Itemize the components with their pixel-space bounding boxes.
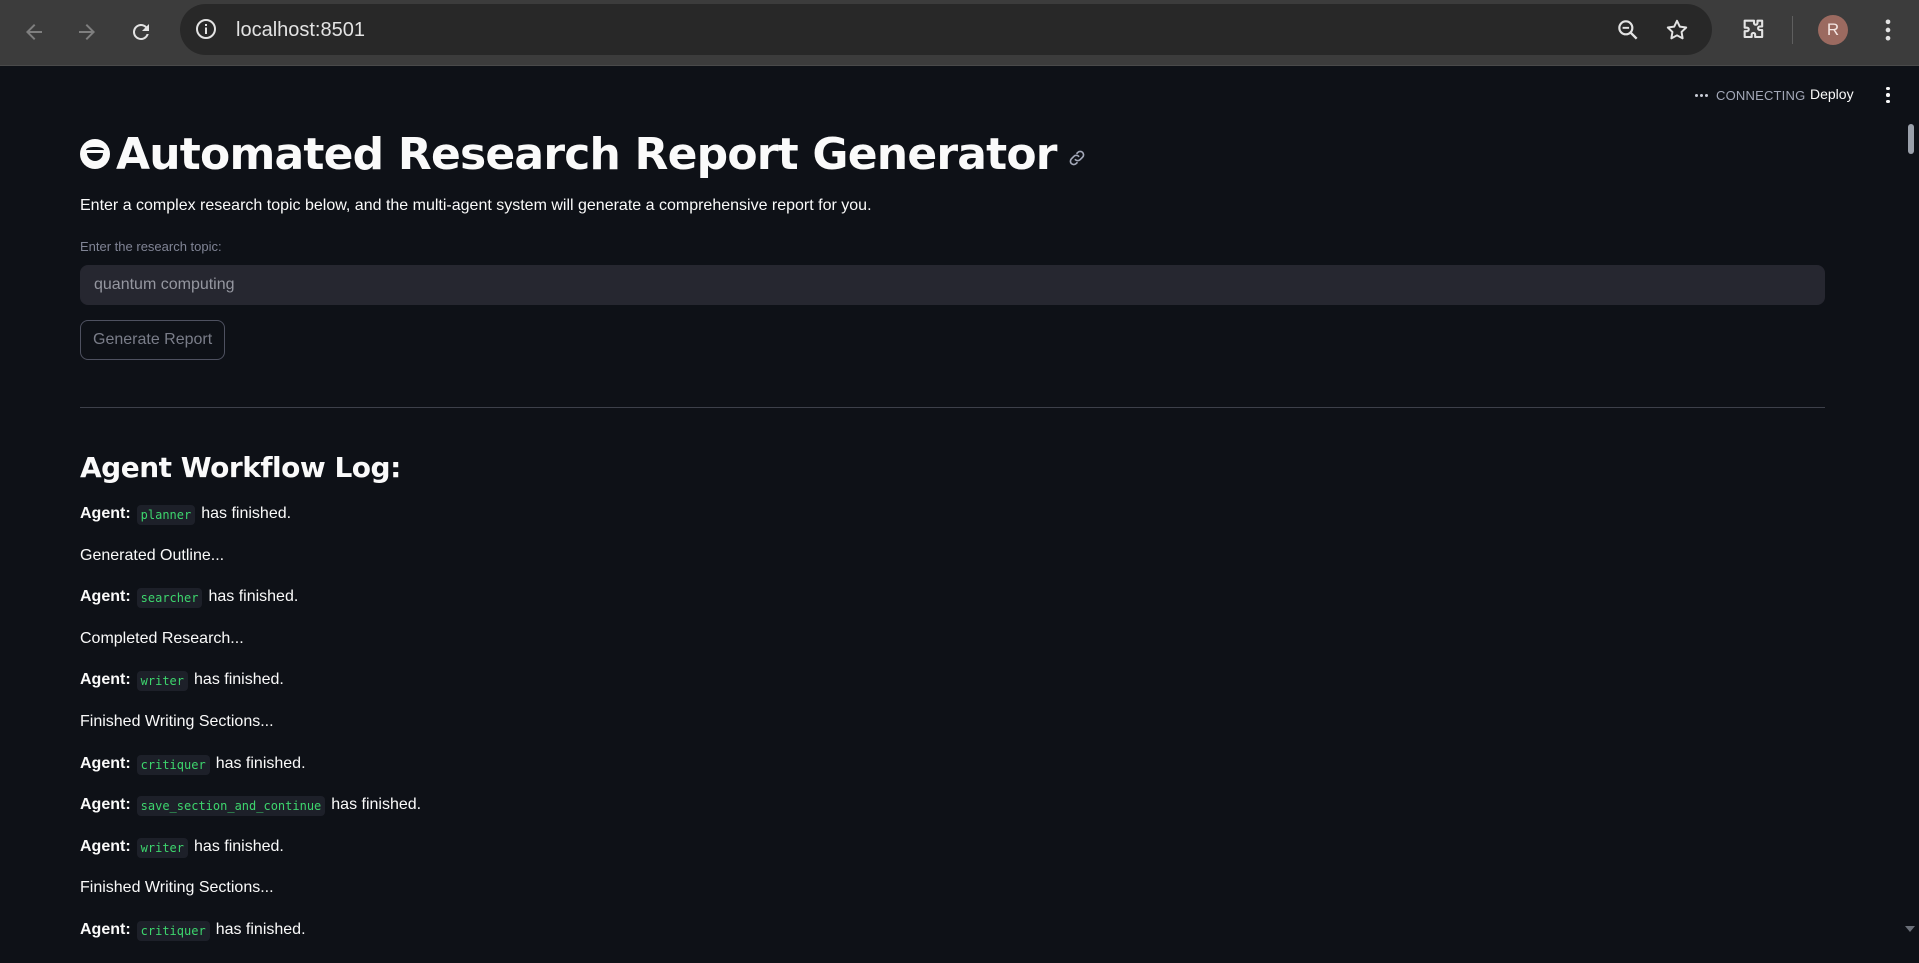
- log-line: Finished Writing Sections...: [80, 713, 1825, 755]
- scroll-down-arrow-icon[interactable]: [1905, 926, 1915, 932]
- log-message: Completed Research...: [80, 629, 244, 647]
- grinning-emoji-icon: [80, 139, 110, 169]
- site-info-icon[interactable]: [194, 17, 218, 41]
- forward-button[interactable]: [67, 12, 107, 52]
- log-agent-name: critiquer: [136, 920, 210, 941]
- bookmark-star-icon[interactable]: [1664, 17, 1690, 43]
- status-dots-icon: [1695, 94, 1708, 97]
- log-message: Generated Outline...: [80, 546, 225, 564]
- arrow-right-icon: [79, 24, 95, 40]
- log-agent-prefix: Agent:: [80, 754, 131, 772]
- browser-toolbar: localhost:8501 R: [0, 0, 1919, 66]
- log-agent-prefix: Agent:: [80, 796, 131, 814]
- log-agent-status: has finished.: [208, 588, 299, 606]
- profile-avatar[interactable]: R: [1818, 15, 1848, 45]
- topic-input[interactable]: quantum computing: [80, 265, 1825, 305]
- log-agent-prefix: Agent:: [80, 505, 131, 522]
- reload-icon: [132, 23, 149, 40]
- zoom-icon[interactable]: [1615, 17, 1641, 43]
- scrollbar[interactable]: [1903, 120, 1917, 940]
- arrow-left-icon: [26, 24, 42, 40]
- app-menu-icon[interactable]: [1880, 84, 1896, 106]
- log-agent-status: has finished.: [194, 837, 284, 855]
- topic-input-label: Enter the research topic:: [80, 239, 222, 254]
- log-agent-prefix: Agent:: [80, 671, 131, 689]
- log-line: Agent: planner has finished.: [80, 505, 1825, 547]
- log-agent-status: has finished.: [194, 671, 284, 689]
- log-agent-name: critiquer: [136, 754, 210, 775]
- page-description: Enter a complex research topic below, an…: [80, 197, 872, 214]
- log-line: Generated Outline...: [80, 547, 1825, 589]
- log-line: Agent: writer has finished.: [80, 837, 1825, 880]
- scrollbar-thumb[interactable]: [1908, 124, 1914, 154]
- log-agent-name: searcher: [136, 588, 203, 609]
- log-agent-name: writer: [136, 671, 189, 692]
- log-line: Finished Writing Sections...: [80, 879, 1825, 921]
- log-message: Finished Writing Sections...: [80, 712, 274, 730]
- log-line: Completed Research...: [80, 630, 1825, 672]
- page-title: Automated Research Report Generator: [116, 128, 1058, 180]
- log-agent-prefix: Agent:: [80, 837, 131, 855]
- url-text[interactable]: localhost:8501: [236, 19, 365, 42]
- deploy-button[interactable]: Deploy: [1810, 86, 1854, 102]
- extensions-icon[interactable]: [1740, 16, 1768, 44]
- app-header: CONNECTING Deploy: [0, 66, 1919, 124]
- log-line: Agent: searcher has finished.: [80, 588, 1825, 630]
- log-line: Agent: writer has finished.: [80, 671, 1825, 713]
- generate-report-button[interactable]: Generate Report: [80, 320, 226, 360]
- back-button[interactable]: [14, 12, 54, 52]
- log-line: Agent: critiquer has finished.: [80, 920, 1825, 963]
- section-divider: [80, 407, 1825, 408]
- status-text: CONNECTING: [1716, 88, 1806, 103]
- log-agent-status: has finished.: [201, 505, 292, 522]
- log-agent-status: has finished.: [215, 754, 306, 772]
- page-title-row: Automated Research Report Generator: [80, 124, 1087, 184]
- log-agent-status: has finished.: [331, 796, 422, 814]
- log-line: Agent: critiquer has finished.: [80, 754, 1825, 797]
- log-agent-prefix: Agent:: [80, 588, 131, 606]
- link-anchor-icon[interactable]: [1067, 148, 1087, 168]
- log-agent-status: has finished.: [215, 920, 306, 938]
- log-agent-prefix: Agent:: [80, 920, 131, 938]
- log-agent-name: writer: [136, 837, 189, 858]
- address-bar[interactable]: localhost:8501: [180, 4, 1712, 55]
- browser-menu-icon[interactable]: [1874, 16, 1902, 44]
- workflow-log: Agent: planner has finished. Generated Outl…: [80, 505, 1825, 963]
- connection-status: CONNECTING: [1695, 88, 1805, 103]
- log-line: Agent: save_section_and_continue has finis…: [80, 796, 1825, 838]
- reload-button[interactable]: [121, 12, 161, 52]
- log-agent-name: save_section_and_continue: [136, 796, 326, 817]
- log-heading: Agent Workflow Log:: [80, 451, 401, 484]
- log-agent-name: planner: [136, 505, 196, 525]
- log-message: Finished Writing Sections...: [80, 879, 274, 897]
- toolbar-divider: [1792, 16, 1793, 44]
